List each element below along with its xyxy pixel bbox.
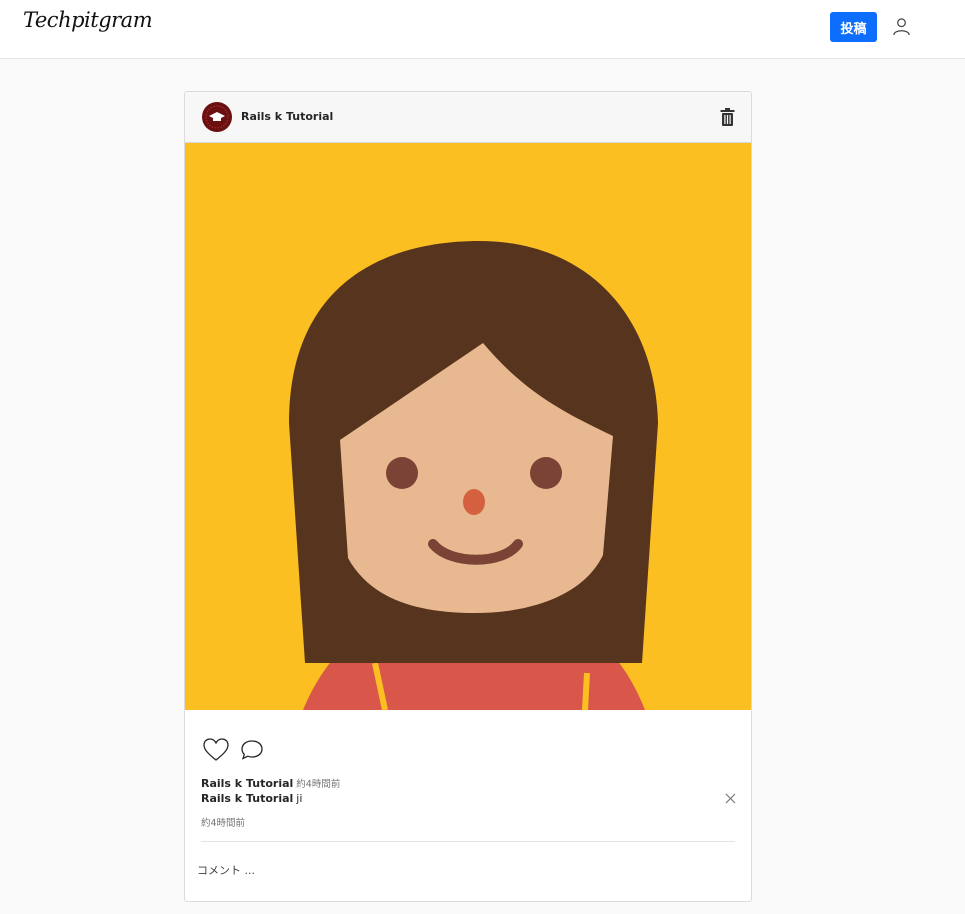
- app-logo[interactable]: Techpitgram: [23, 8, 153, 32]
- post-card: Rails k Tutorial Rails k Tutorial 約4時間前 R…: [184, 91, 752, 902]
- caption-line: Rails k Tutorial 約4時間前: [201, 776, 340, 790]
- caption-username[interactable]: Rails k Tutorial: [201, 777, 293, 790]
- close-icon[interactable]: [725, 793, 736, 804]
- caption-time: 約4時間前: [296, 779, 341, 790]
- comment-username[interactable]: Rails k Tutorial: [201, 792, 293, 805]
- new-post-button[interactable]: 投稿: [830, 12, 877, 42]
- comment-item: Rails k Tutorial ji: [201, 792, 302, 805]
- speech-bubble-icon[interactable]: [240, 739, 264, 761]
- post-header: Rails k Tutorial: [185, 92, 751, 143]
- comment-time: 約4時間前: [201, 818, 246, 829]
- avatar[interactable]: [202, 102, 232, 132]
- trash-icon[interactable]: [720, 108, 735, 126]
- comment-text: ji: [296, 792, 303, 805]
- heart-icon[interactable]: [203, 737, 229, 763]
- post-image[interactable]: [185, 143, 751, 710]
- divider: [201, 841, 735, 842]
- user-icon[interactable]: [892, 17, 911, 36]
- top-navbar: Techpitgram 投稿: [0, 0, 965, 59]
- comment-input[interactable]: [197, 858, 717, 882]
- post-author-name[interactable]: Rails k Tutorial: [241, 110, 333, 123]
